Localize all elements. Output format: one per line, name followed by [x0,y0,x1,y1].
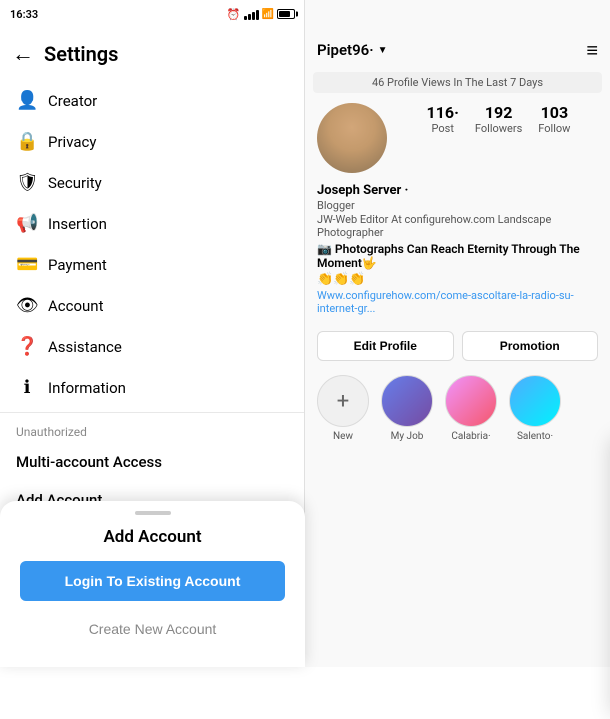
profile-actions: Edit Profile Promotion [305,325,610,367]
menu-item-insertion[interactable]: 📢 Insertion [0,203,304,244]
highlight-new[interactable]: + New [317,375,369,442]
back-button[interactable]: ← [12,41,34,67]
profile-panel: 16:31 📶 Pipet96· ▼ ≡ 46 Profile Views In… [305,0,610,667]
promotion-button[interactable]: Promotion [462,331,599,361]
settings-title: Settings [44,42,118,66]
create-new-button[interactable]: Create New Account [20,611,285,647]
profile-name: Joseph Server · [317,183,598,198]
battery-icon-left [277,9,295,19]
avatar-image [317,103,387,173]
menu-item-information[interactable]: ℹ Information [0,367,304,408]
highlight-myjob-circle[interactable] [381,375,433,427]
menu-item-account[interactable]: 👁 Account [0,285,304,326]
highlight-add-circle[interactable]: + [317,375,369,427]
profile-header-bar: Pipet96· ▼ ≡ [305,28,610,72]
menu-divider-1 [0,412,304,413]
login-existing-button[interactable]: Login To Existing Account [20,561,285,601]
settings-menu: 👤 Creator 🔒 Privacy 🛡 Security 📢 Inserti… [0,80,304,519]
menu-item-privacy[interactable]: 🔒 Privacy [0,121,304,162]
time-left: 16:33 [10,8,38,21]
profile-details: Joseph Server · Blogger JW-Web Editor At… [305,183,610,325]
stat-posts: 116· Post [427,103,459,135]
profile-avatar [317,103,387,173]
profile-info: 116· Post 192 Followers 103 Follow [305,93,610,183]
profile-emojis: 👏👏👏 [317,272,598,287]
card-icon: 💳 [16,254,38,275]
stat-followers: 192 Followers [475,103,522,135]
highlight-salento-circle[interactable] [509,375,561,427]
profile-link[interactable]: Www.configurehow.com/come-ascoltare-la-r… [317,289,598,315]
profile-stats: 116· Post 192 Followers 103 Follow [399,103,598,135]
megaphone-icon: 📢 [16,213,38,234]
highlights-row: + New My Job Calabria· Salento· [305,367,610,450]
sheet-handle [135,511,171,515]
menu-item-creator[interactable]: 👤 Creator [0,80,304,121]
profile-username: Pipet96· [317,41,374,59]
profile-bio-bold: 📷 Photographs Can Reach Eternity Through… [317,242,598,270]
menu-item-assistance[interactable]: ❓ Assistance [0,326,304,367]
profile-bio-2: JW-Web Editor At configurehow.com Landsc… [317,213,598,239]
creator-icon: 👤 [16,90,38,111]
signal-icon [244,8,259,20]
menu-item-payment[interactable]: 💳 Payment [0,244,304,285]
highlight-calabria[interactable]: Calabria· [445,375,497,442]
add-account-sheet: Add Account Login To Existing Account Cr… [0,501,305,667]
info-icon: ℹ [16,377,38,398]
edit-profile-button[interactable]: Edit Profile [317,331,454,361]
lock-icon: 🔒 [16,131,38,152]
wifi-icon-left: 📶 [262,9,274,20]
alarm-icon: ⏰ [227,8,241,21]
highlight-myjob[interactable]: My Job [381,375,433,442]
sheet-title: Add Account [20,527,285,547]
stat-following: 103 Follow [538,103,570,135]
help-icon: ❓ [16,336,38,357]
account-icon: 👁 [16,295,38,316]
shield-icon: 🛡 [16,172,38,193]
settings-panel: 16:33 ⏰ 📶 ← Settings 👤 Creator 🔒 Privacy [0,0,305,667]
hamburger-icon[interactable]: ≡ [586,38,598,63]
profile-username-bar[interactable]: Pipet96· ▼ [317,41,388,59]
highlight-salento[interactable]: Salento· [509,375,561,442]
status-bar-left: 16:33 ⏰ 📶 [0,0,305,28]
profile-bio-1: Blogger [317,199,598,212]
profile-views-banner: 46 Profile Views In The Last 7 Days [313,72,602,93]
highlight-calabria-circle[interactable] [445,375,497,427]
settings-header: ← Settings [0,28,304,80]
unauthorized-label: Unauthorized [0,417,304,443]
menu-item-security[interactable]: 🛡 Security [0,162,304,203]
multi-account-item[interactable]: Multi-account Access [0,443,304,481]
chevron-down-icon: ▼ [378,45,388,56]
